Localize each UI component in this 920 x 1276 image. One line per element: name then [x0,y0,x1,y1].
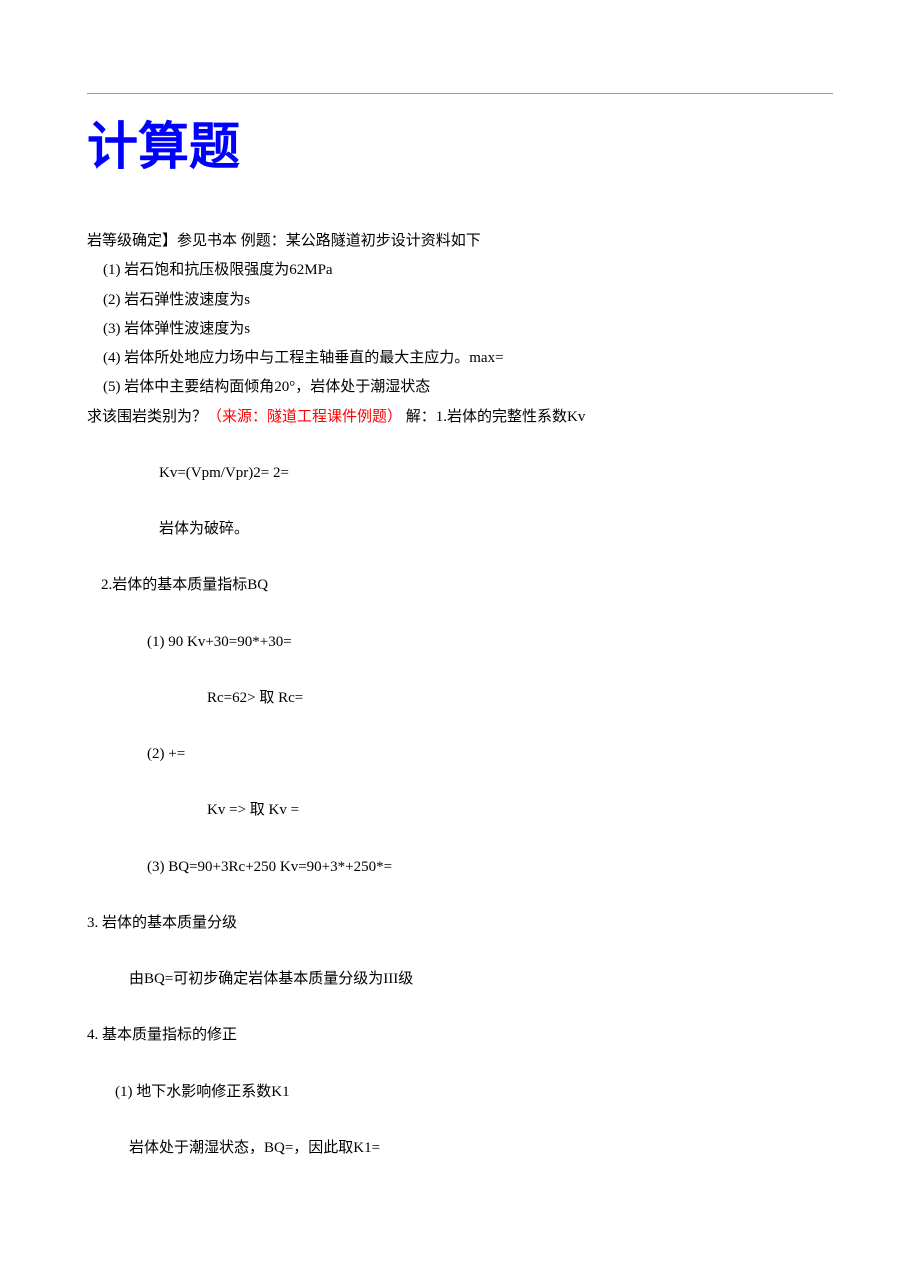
sec4-item-1-note: 岩体处于潮湿状态，BQ=，因此取K1= [129,1134,833,1163]
kv-formula: Kv=(Vpm/Vpr)2= 2= [159,459,833,488]
sec2-title: 2.岩体的基本质量指标BQ [101,571,833,600]
top-rule [87,93,833,94]
sec3-body: 由BQ=可初步确定岩体基本质量分级为III级 [129,965,833,994]
sec4-title: 4. 基本质量指标的修正 [87,1021,833,1050]
question-line: 求该围岩类别为？（来源：隧道工程课件例题） 解：1.岩体的完整性系数Kv [87,403,833,432]
sec2-item-1-note: Rc=62> 取 Rc= [207,684,833,713]
question-prefix: 求该围岩类别为？ [87,409,207,425]
sec2-item-2-note: Kv => 取 Kv = [207,796,833,825]
solution-start: 解：1.岩体的完整性系数Kv [402,409,585,425]
source-label: （来源：隧道工程课件例题） [207,409,402,425]
sec2-item-3: (3) BQ=90+3Rc+250 Kv=90+3*+250*= [147,853,833,882]
kv-conclusion: 岩体为破碎。 [159,515,833,544]
sec2-item-1: (1) 90 Kv+30=90*+30= [147,628,833,657]
body-content: 岩等级确定】参见书本 例题：某公路隧道初步设计资料如下 (1) 岩石饱和抗压极限… [87,227,833,1163]
sec4-item-1: (1) 地下水影响修正系数K1 [115,1078,833,1107]
given-item-5: (5) 岩体中主要结构面倾角20°，岩体处于潮湿状态 [103,373,833,402]
given-item-3: (3) 岩体弹性波速度为s [103,315,833,344]
given-item-4: (4) 岩体所处地应力场中与工程主轴垂直的最大主应力。max= [103,344,833,373]
page-title: 计算题 [87,105,833,179]
intro-text: 岩等级确定】参见书本 例题：某公路隧道初步设计资料如下 [87,227,833,256]
sec3-title: 3. 岩体的基本质量分级 [87,909,833,938]
given-item-1: (1) 岩石饱和抗压极限强度为62MPa [103,256,833,285]
sec2-item-2: (2) += [147,740,833,769]
document-page: 计算题 岩等级确定】参见书本 例题：某公路隧道初步设计资料如下 (1) 岩石饱和… [0,0,920,1223]
given-item-2: (2) 岩石弹性波速度为s [103,286,833,315]
